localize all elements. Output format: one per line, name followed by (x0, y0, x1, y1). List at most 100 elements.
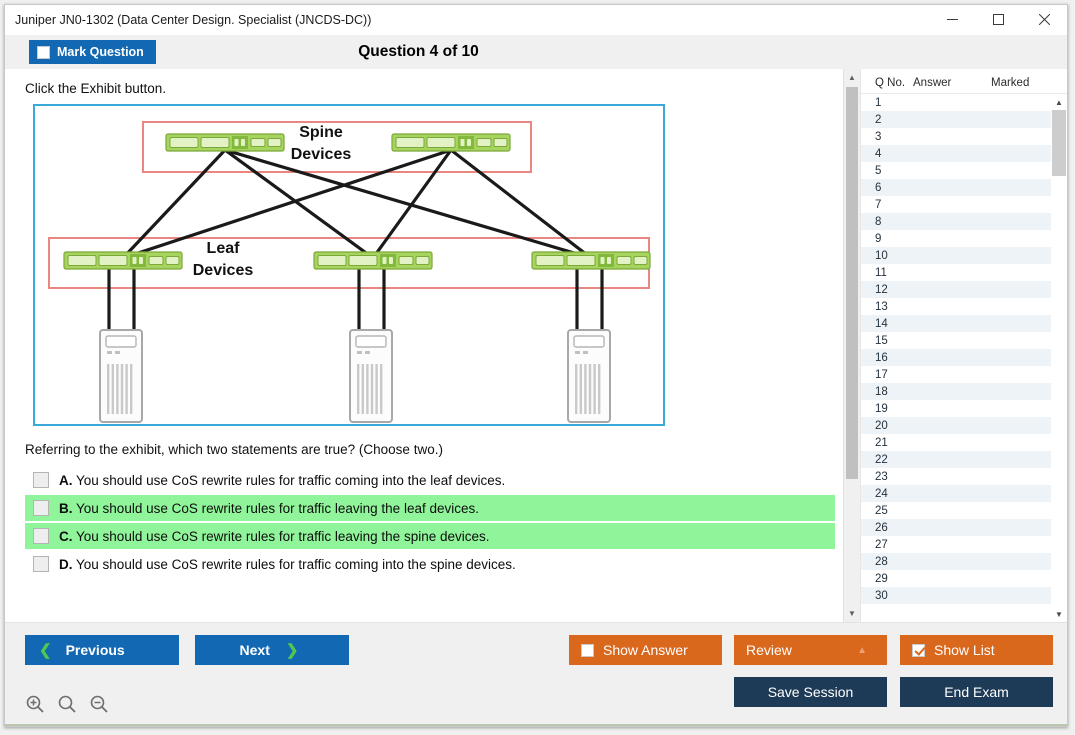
answer-checkbox-b[interactable] (33, 500, 49, 516)
question-list-row[interactable]: 27 (861, 536, 1051, 553)
show-answer-checkbox[interactable] (581, 644, 594, 657)
minimize-button[interactable] (929, 5, 975, 35)
list-scroll-thumb[interactable] (1052, 110, 1066, 176)
list-scroll-up-arrow[interactable]: ▲ (1051, 94, 1067, 110)
question-number: 9 (861, 233, 911, 245)
question-number: 8 (861, 216, 911, 228)
question-list-row[interactable]: 18 (861, 383, 1051, 400)
topology-diagram: Spine Devices Leaf Devices (35, 106, 663, 424)
question-list-row[interactable]: 9 (861, 230, 1051, 247)
previous-button[interactable]: ❮ Previous (25, 635, 179, 665)
mark-question-checkbox[interactable] (37, 46, 50, 59)
column-header-qno: Q No. (861, 77, 913, 89)
spine-device (166, 134, 284, 151)
content-scrollbar[interactable]: ▲ ▼ (843, 69, 860, 622)
question-list-row[interactable]: 10 (861, 247, 1051, 264)
question-list-row[interactable]: 16 (861, 349, 1051, 366)
answer-text-d: D. You should use CoS rewrite rules for … (59, 557, 516, 572)
question-list-row[interactable]: 17 (861, 366, 1051, 383)
question-list-row[interactable]: 21 (861, 434, 1051, 451)
save-session-button[interactable]: Save Session (734, 677, 887, 707)
mark-question-label: Mark Question (57, 45, 144, 59)
question-number: 22 (861, 454, 911, 466)
question-list-row[interactable]: 20 (861, 417, 1051, 434)
zoom-out-button[interactable] (89, 694, 109, 714)
question-list-row[interactable]: 28 (861, 553, 1051, 570)
question-list-row[interactable]: 1 (861, 94, 1051, 111)
question-list-row[interactable]: 29 (861, 570, 1051, 587)
fabric-links (123, 150, 591, 258)
question-number: 23 (861, 471, 911, 483)
answer-letter-d: D. (59, 557, 73, 572)
answer-checkbox-a[interactable] (33, 472, 49, 488)
question-number: 26 (861, 522, 911, 534)
show-list-button[interactable]: Show List (900, 635, 1053, 665)
question-list-row[interactable]: 19 (861, 400, 1051, 417)
question-list-row[interactable]: 8 (861, 213, 1051, 230)
end-exam-label: End Exam (944, 684, 1009, 700)
next-button[interactable]: Next ❯ (195, 635, 349, 665)
mark-question-button[interactable]: Mark Question (29, 40, 156, 64)
answer-body-d: You should use CoS rewrite rules for tra… (76, 557, 516, 572)
question-list-row[interactable]: 26 (861, 519, 1051, 536)
answer-letter-b: B. (59, 501, 73, 516)
show-answer-label: Show Answer (603, 642, 688, 658)
answer-text-b: B. You should use CoS rewrite rules for … (59, 501, 479, 516)
question-number: 10 (861, 250, 911, 262)
leaf-device (64, 252, 182, 269)
scroll-up-arrow[interactable]: ▲ (844, 69, 860, 86)
answer-body-a: You should use CoS rewrite rules for tra… (76, 473, 505, 488)
end-exam-button[interactable]: End Exam (900, 677, 1053, 707)
answer-checkbox-c[interactable] (33, 528, 49, 544)
question-list-row[interactable]: 14 (861, 315, 1051, 332)
question-list-row[interactable]: 12 (861, 281, 1051, 298)
question-list-row[interactable]: 3 (861, 128, 1051, 145)
question-number: 2 (861, 114, 911, 126)
question-number: 12 (861, 284, 911, 296)
zoom-reset-button[interactable] (57, 694, 77, 714)
question-list-row[interactable]: 15 (861, 332, 1051, 349)
question-list-row[interactable]: 5 (861, 162, 1051, 179)
chevron-left-icon: ❮ (39, 641, 52, 659)
question-number: 16 (861, 352, 911, 364)
question-header: Mark Question Question 4 of 10 (5, 35, 1067, 69)
question-list-row[interactable]: 23 (861, 468, 1051, 485)
show-list-checkbox[interactable] (912, 644, 925, 657)
question-list-row[interactable]: 6 (861, 179, 1051, 196)
status-bar (5, 724, 1067, 726)
answer-option-b[interactable]: B. You should use CoS rewrite rules for … (25, 495, 835, 521)
scroll-down-arrow[interactable]: ▼ (844, 605, 860, 622)
zoom-reset-icon (57, 694, 77, 714)
question-list-row[interactable]: 11 (861, 264, 1051, 281)
maximize-button[interactable] (975, 5, 1021, 35)
question-list-row[interactable]: 13 (861, 298, 1051, 315)
answer-option-c[interactable]: C. You should use CoS rewrite rules for … (25, 523, 835, 549)
question-list-row[interactable]: 24 (861, 485, 1051, 502)
zoom-in-button[interactable] (25, 694, 45, 714)
server-device (350, 330, 392, 422)
answer-option-a[interactable]: A. You should use CoS rewrite rules for … (25, 467, 835, 493)
question-list-scrollbar[interactable]: ▲ ▼ (1051, 94, 1067, 622)
question-number: 13 (861, 301, 911, 313)
list-scroll-down-arrow[interactable]: ▼ (1051, 606, 1067, 622)
question-list-row[interactable]: 4 (861, 145, 1051, 162)
question-list-row[interactable]: 25 (861, 502, 1051, 519)
server-device (100, 330, 142, 422)
question-list-row[interactable]: 2 (861, 111, 1051, 128)
content-scroll-thumb[interactable] (846, 87, 858, 479)
leaf-device (314, 252, 432, 269)
review-dropdown[interactable]: Review ▲ (734, 635, 887, 665)
chevron-up-icon: ▲ (857, 645, 867, 656)
question-list-row[interactable]: 7 (861, 196, 1051, 213)
answer-option-d[interactable]: D. You should use CoS rewrite rules for … (25, 551, 835, 577)
exhibit-image[interactable]: Spine Devices Leaf Devices (33, 104, 665, 426)
close-button[interactable] (1021, 5, 1067, 35)
question-list-panel: Q No. Answer Marked 12345678910111213141… (860, 69, 1067, 622)
question-number: 1 (861, 97, 911, 109)
question-list-row[interactable]: 30 (861, 587, 1051, 604)
answer-checkbox-d[interactable] (33, 556, 49, 572)
review-label: Review (746, 642, 792, 658)
question-list-row[interactable]: 22 (861, 451, 1051, 468)
window-controls (929, 5, 1067, 35)
show-answer-button[interactable]: Show Answer (569, 635, 722, 665)
